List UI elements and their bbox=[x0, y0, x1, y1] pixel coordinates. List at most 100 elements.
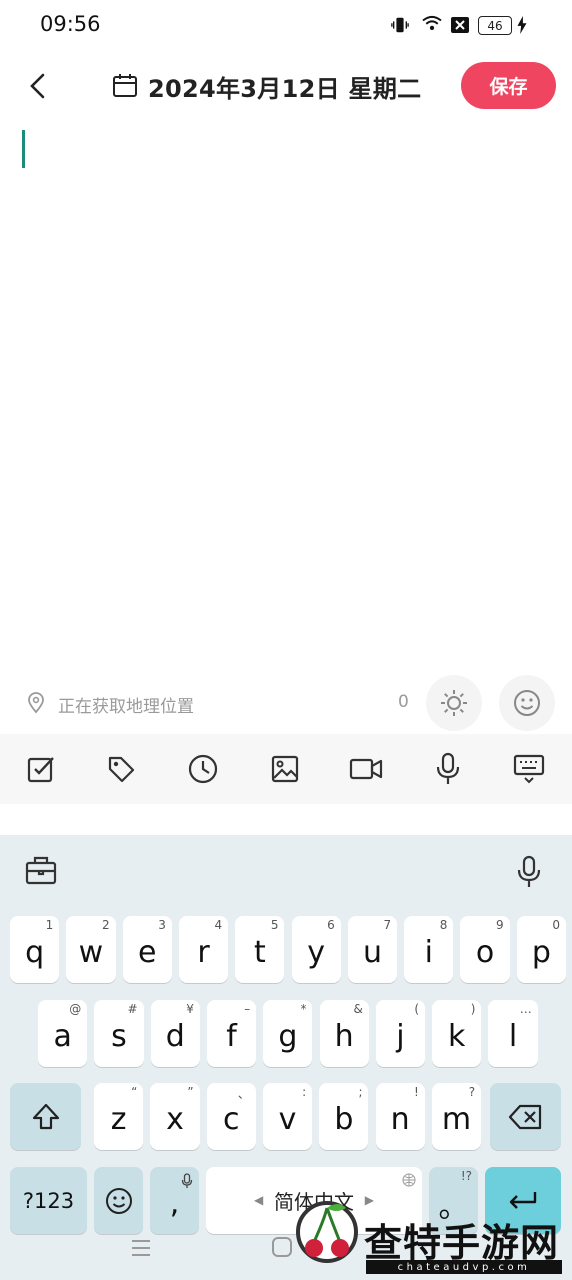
key-f[interactable]: – f bbox=[206, 1000, 257, 1067]
key-label: p bbox=[531, 935, 551, 970]
key-y[interactable]: 6y bbox=[291, 916, 341, 983]
cherry-logo-icon bbox=[296, 1201, 358, 1263]
voice-button[interactable] bbox=[431, 752, 465, 786]
key-d[interactable]: ¥ d bbox=[150, 1000, 200, 1067]
clock-icon bbox=[188, 754, 218, 784]
key-secondary-label: 、 bbox=[237, 1087, 250, 1101]
key-secondary-label: 2 bbox=[101, 918, 110, 932]
globe-icon bbox=[402, 1173, 416, 1187]
key-label: q bbox=[25, 935, 45, 970]
shift-key[interactable] bbox=[10, 1083, 81, 1150]
key-label: c bbox=[222, 1102, 240, 1137]
key-label: m bbox=[441, 1102, 472, 1137]
key-label: k bbox=[448, 1019, 466, 1054]
key-m[interactable]: ? m bbox=[431, 1083, 482, 1150]
editor-toolbar bbox=[0, 734, 572, 804]
back-button[interactable] bbox=[22, 70, 52, 102]
menu-icon[interactable] bbox=[130, 1238, 152, 1258]
weather-button[interactable] bbox=[426, 675, 482, 731]
key-secondary-label: ! bbox=[413, 1085, 419, 1099]
key-s[interactable]: # s bbox=[94, 1000, 144, 1067]
key-t[interactable]: 5t bbox=[235, 916, 285, 983]
key-i[interactable]: 8i bbox=[404, 916, 454, 983]
key-p[interactable]: 0p bbox=[516, 916, 566, 983]
key-secondary-label: 1 bbox=[45, 918, 54, 932]
time-button[interactable] bbox=[186, 752, 220, 786]
key-c[interactable]: 、 c bbox=[206, 1083, 256, 1150]
hide-keyboard-button[interactable] bbox=[512, 752, 546, 786]
key-secondary-label: ” bbox=[187, 1085, 194, 1099]
location-status[interactable]: 正在获取地理位置 bbox=[58, 692, 194, 717]
image-button[interactable] bbox=[268, 752, 302, 786]
key-v[interactable]: :v bbox=[262, 1083, 313, 1150]
key-label: d bbox=[165, 1019, 185, 1054]
location-pin-icon bbox=[28, 692, 44, 714]
microphone-icon bbox=[517, 855, 541, 887]
key-q[interactable]: 1q bbox=[10, 916, 60, 983]
backspace-icon bbox=[508, 1104, 541, 1129]
key-secondary-label: ? bbox=[468, 1085, 476, 1099]
checkbox-button[interactable] bbox=[24, 752, 58, 786]
key-label: b bbox=[334, 1102, 354, 1137]
mood-button[interactable] bbox=[499, 675, 555, 731]
key-secondary-label: … bbox=[519, 1002, 532, 1016]
emoji-key[interactable] bbox=[94, 1167, 143, 1234]
key-a[interactable]: @ a bbox=[38, 1000, 88, 1067]
key-o[interactable]: 9o bbox=[460, 916, 510, 983]
backspace-key[interactable] bbox=[490, 1083, 561, 1150]
key-r[interactable]: 4r bbox=[178, 916, 229, 983]
chevron-left-icon bbox=[30, 73, 45, 99]
key-secondary-label: 9 bbox=[496, 918, 504, 932]
keyboard-toolbox-button[interactable] bbox=[24, 855, 58, 891]
key-l[interactable]: … l bbox=[488, 1000, 538, 1067]
key-u[interactable]: 7u bbox=[347, 916, 398, 983]
checkbox-icon bbox=[27, 757, 54, 783]
key-h[interactable]: & h bbox=[319, 1000, 369, 1067]
microphone-icon bbox=[436, 752, 460, 784]
save-button[interactable]: 保存 bbox=[461, 62, 556, 109]
key-secondary-label: 3 bbox=[158, 918, 166, 932]
key-secondary-label: ¥ bbox=[186, 1002, 194, 1016]
key-label: r bbox=[197, 935, 210, 970]
key-w[interactable]: 2w bbox=[66, 916, 116, 983]
key-z[interactable]: “z bbox=[94, 1083, 144, 1150]
key-label: l bbox=[508, 1019, 518, 1054]
period-key-sup: !? bbox=[460, 1169, 472, 1183]
arrow-left-icon: ◀ bbox=[254, 1193, 264, 1207]
watermark: 查特手游网 chateaudvp.com bbox=[296, 1190, 571, 1280]
symbols-key[interactable]: ?123 bbox=[10, 1167, 87, 1234]
note-editor[interactable] bbox=[0, 120, 572, 670]
key-secondary-label: # bbox=[127, 1002, 138, 1016]
key-secondary-label: – bbox=[244, 1002, 251, 1016]
battery-level: 46 bbox=[487, 18, 503, 33]
key-b[interactable]: ; b bbox=[319, 1083, 369, 1150]
battery-icon: 46 bbox=[478, 16, 512, 35]
key-k[interactable]: ) k bbox=[432, 1000, 482, 1067]
key-g[interactable]: * g bbox=[263, 1000, 313, 1067]
key-label: g bbox=[278, 1019, 298, 1054]
key-label: y bbox=[307, 935, 326, 970]
date-selector[interactable]: 2024年3月12日 星期二 bbox=[112, 70, 422, 103]
key-label: z bbox=[110, 1102, 127, 1137]
keyboard-voice-button[interactable] bbox=[514, 855, 544, 893]
comma-label: , bbox=[169, 1186, 180, 1221]
comma-key[interactable]: , bbox=[150, 1167, 199, 1234]
key-j[interactable]: (j bbox=[375, 1000, 426, 1067]
home-icon[interactable] bbox=[271, 1236, 293, 1258]
key-secondary-label: @ bbox=[69, 1002, 82, 1016]
wifi-icon bbox=[422, 15, 442, 31]
key-secondary-label: ) bbox=[470, 1002, 476, 1016]
key-secondary-label: 6 bbox=[327, 918, 335, 932]
key-secondary-label: “ bbox=[131, 1085, 138, 1099]
key-n[interactable]: ! n bbox=[375, 1083, 425, 1150]
image-icon bbox=[271, 755, 299, 783]
key-label: a bbox=[53, 1019, 72, 1054]
tag-button[interactable] bbox=[104, 752, 138, 786]
key-e[interactable]: 3e bbox=[122, 916, 172, 983]
video-button[interactable] bbox=[349, 752, 383, 786]
key-label: v bbox=[278, 1102, 297, 1137]
date-label: 2024年3月12日 星期二 bbox=[148, 74, 422, 103]
key-label: n bbox=[390, 1102, 410, 1137]
key-x[interactable]: ” x bbox=[150, 1083, 200, 1150]
key-label: i bbox=[424, 935, 433, 970]
